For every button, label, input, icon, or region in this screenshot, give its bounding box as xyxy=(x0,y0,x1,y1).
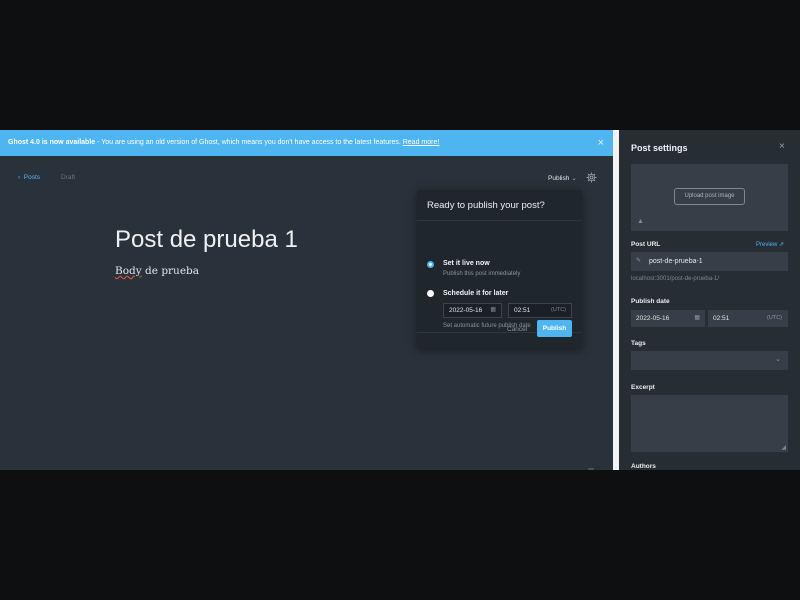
publish-date-label: Publish date xyxy=(631,298,670,305)
banner-read-more-link[interactable]: Read more! xyxy=(403,139,440,146)
schedule-time-value: 02:51 xyxy=(514,307,531,314)
gear-icon[interactable] xyxy=(586,172,597,183)
upgrade-banner: Ghost 4.0 is now available - You are usi… xyxy=(0,130,613,156)
back-to-posts-link[interactable]: ‹ Posts xyxy=(18,174,40,181)
publish-popup-heading: Ready to publish your post? xyxy=(427,200,545,211)
preview-link[interactable]: Preview ⇗ xyxy=(756,241,784,248)
post-url-input[interactable]: ✎ post-de-prueba-1 xyxy=(631,252,788,271)
post-settings-panel: Post settings × Upload post image ▲ Post… xyxy=(619,130,800,470)
back-label: Posts xyxy=(23,174,41,181)
chevron-left-icon: ‹ xyxy=(18,174,21,181)
timezone-label: (UTC) xyxy=(767,315,782,321)
chevron-down-icon: ⌄ xyxy=(775,356,781,363)
close-icon[interactable]: × xyxy=(598,130,604,156)
radio-schedule-later[interactable] xyxy=(427,290,434,297)
post-body[interactable]: Body de prueba xyxy=(115,265,199,277)
option-later-label[interactable]: Schedule it for later xyxy=(443,290,508,297)
banner-message: - You are using an old version of Ghost,… xyxy=(95,139,403,146)
excerpt-label: Excerpt xyxy=(631,384,655,391)
calendar-icon[interactable]: ▦ xyxy=(694,310,700,327)
calendar-icon[interactable]: ▦ xyxy=(490,304,496,317)
pencil-icon: ✎ xyxy=(636,258,642,264)
schedule-date-value: 2022-05-16 xyxy=(449,307,483,314)
publish-time-value: 02:51 xyxy=(713,315,730,322)
tags-label: Tags xyxy=(631,340,646,347)
resize-handle-icon[interactable]: ◢ xyxy=(781,444,786,451)
option-now-sub: Publish this post immediately xyxy=(443,271,521,277)
publish-date-value: 2022-05-16 xyxy=(636,315,670,322)
schedule-time-input[interactable]: 02:51 (UTC) xyxy=(508,303,572,318)
scroll-indicator xyxy=(588,468,594,470)
schedule-date-input[interactable]: 2022-05-16 ▦ xyxy=(443,303,502,318)
image-icon: ▲ xyxy=(637,218,644,225)
tags-select[interactable]: ⌄ xyxy=(631,351,788,370)
post-title[interactable]: Post de prueba 1 xyxy=(115,226,298,254)
timezone-label: (UTC) xyxy=(551,307,566,313)
divider xyxy=(417,220,582,221)
slug-value: post-de-prueba-1 xyxy=(649,258,703,265)
banner-title: Ghost 4.0 is now available xyxy=(8,139,96,146)
publish-menu-trigger[interactable]: Publish ⌄ xyxy=(548,174,577,182)
url-hint: localhost:3001/post-de-prueba-1/ xyxy=(631,276,720,282)
post-status: Draft xyxy=(61,174,76,181)
publish-trigger-label: Publish xyxy=(548,175,570,182)
chevron-down-icon: ⌄ xyxy=(571,175,577,182)
panel-title: Post settings xyxy=(631,143,688,153)
excerpt-textarea[interactable]: ◢ xyxy=(631,395,788,452)
radio-set-live-now[interactable] xyxy=(427,261,434,268)
upload-image-button[interactable]: Upload post image xyxy=(674,188,745,205)
post-url-label: Post URL xyxy=(631,241,661,248)
authors-label: Authors xyxy=(631,463,656,470)
post-body-text: de prueba xyxy=(141,265,200,277)
editor-area: ‹ Posts Draft Publish ⌄ Post de prueba 1 … xyxy=(0,156,613,470)
post-image-dropzone[interactable]: Upload post image ▲ xyxy=(631,164,788,231)
option-now-label[interactable]: Set it live now xyxy=(443,260,490,267)
cancel-button[interactable]: Cancel xyxy=(507,326,527,333)
close-icon[interactable]: × xyxy=(779,141,785,152)
publish-time-input[interactable]: 02:51 (UTC) xyxy=(708,310,788,327)
post-body-misspelled-word: Body xyxy=(115,265,142,277)
publish-date-input[interactable]: 2022-05-16 ▦ xyxy=(631,310,705,327)
app-frame: Ghost 4.0 is now available - You are usi… xyxy=(0,130,800,470)
publish-button[interactable]: Publish xyxy=(537,320,572,337)
